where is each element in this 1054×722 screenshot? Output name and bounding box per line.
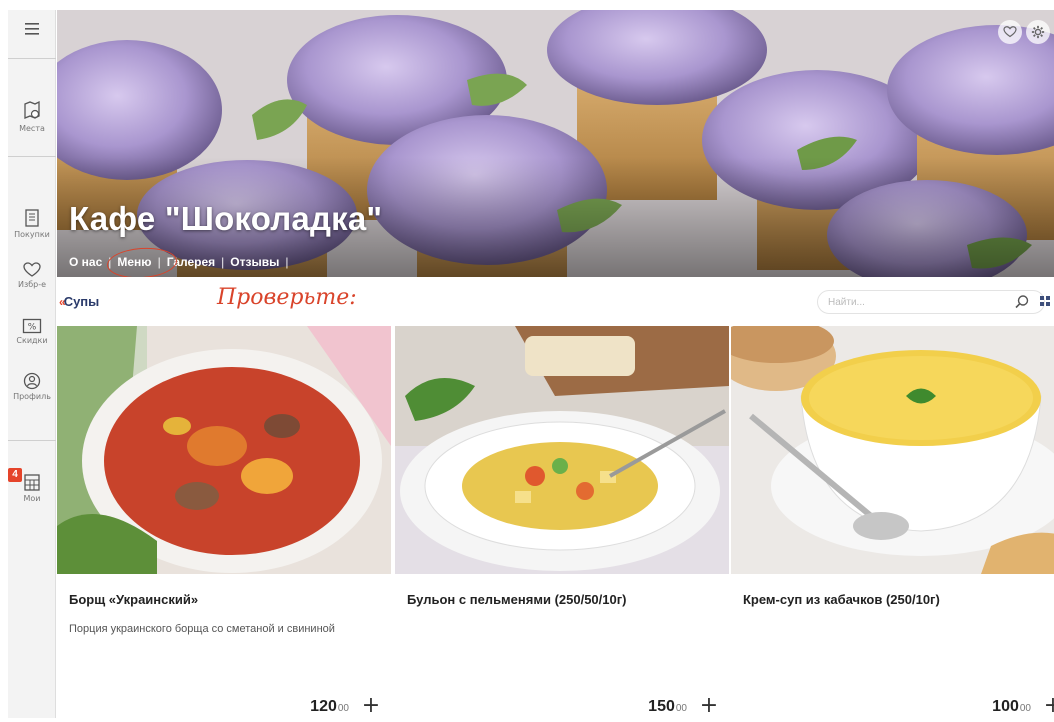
- heart-icon: [23, 262, 41, 277]
- category-bar: « Супы Проверьте:: [57, 277, 1054, 324]
- my-orders-icon: [24, 474, 40, 491]
- product-price: 100 00: [992, 698, 1031, 716]
- heart-icon: [1003, 26, 1017, 38]
- cafe-title: Кафе "Шоколадка": [69, 200, 383, 237]
- price-value: 120: [310, 698, 337, 715]
- product-title: Борщ «Украинский»: [69, 592, 199, 607]
- sidebar-item-places[interactable]: Места: [8, 100, 56, 133]
- hero-actions: [998, 20, 1050, 44]
- hamburger-icon: [25, 23, 39, 35]
- add-to-cart-button[interactable]: +: [359, 694, 383, 718]
- sidebar-divider: [8, 58, 56, 59]
- product-card[interactable]: Бульон с пельменями (250/50/10г) 150 00 …: [395, 326, 729, 722]
- price-cents: 00: [1019, 703, 1031, 714]
- sidebar-label-discounts: Скидки: [16, 336, 48, 345]
- price-value: 150: [648, 698, 675, 715]
- nav-menu[interactable]: Меню: [106, 245, 179, 277]
- search-icon[interactable]: [1014, 294, 1030, 310]
- sidebar-label-places: Места: [19, 124, 45, 133]
- nav-separator: |: [221, 255, 225, 269]
- product-price: 150 00: [648, 698, 687, 716]
- search-box: [817, 290, 1045, 314]
- zucchini-soup-image: [731, 326, 1054, 574]
- price-value: 100: [992, 698, 1019, 715]
- price-cents: 00: [675, 703, 687, 714]
- product-description: Порция украинского борща со сметаной и с…: [69, 623, 335, 635]
- search-input[interactable]: [818, 291, 1008, 313]
- left-sidebar: Места Покупки Избр-е % Скидки Профиль Мо…: [8, 10, 56, 718]
- product-title: Крем-суп из кабачков (250/10г): [743, 592, 940, 607]
- sidebar-label-favorites: Избр-е: [17, 280, 47, 289]
- menu-button[interactable]: [8, 22, 56, 36]
- price-cents: 00: [337, 703, 349, 714]
- sidebar-label-purchases: Покупки: [14, 230, 50, 239]
- favorite-button[interactable]: [998, 20, 1022, 44]
- sidebar-label-my-orders: Мои: [23, 494, 41, 503]
- hero-banner: Кафе "Шоколадка" О нас | Меню | Галерея …: [57, 10, 1054, 277]
- gear-icon: [1031, 25, 1045, 39]
- back-arrow-icon: «: [59, 294, 65, 309]
- nav-separator: |: [285, 255, 289, 269]
- nav-about[interactable]: О нас: [69, 255, 102, 269]
- dumpling-soup-image: [395, 326, 729, 574]
- borscht-image: [57, 326, 391, 574]
- receipt-icon: [25, 209, 39, 227]
- nav-separator: |: [157, 255, 161, 269]
- discount-icon: %: [22, 318, 42, 334]
- product-title: Бульон с пельменями (250/50/10г): [407, 592, 627, 607]
- profile-icon: [23, 372, 41, 390]
- product-price: 120 00: [310, 698, 349, 716]
- category-name: Супы: [63, 294, 100, 309]
- sidebar-item-discounts[interactable]: % Скидки: [8, 318, 56, 345]
- add-to-cart-button[interactable]: +: [1041, 694, 1054, 718]
- grid-view-icon[interactable]: [1039, 295, 1051, 307]
- places-icon: [24, 100, 40, 119]
- svg-text:%: %: [28, 323, 37, 333]
- sidebar-item-purchases[interactable]: Покупки: [8, 208, 56, 239]
- orders-count-badge: 4: [8, 468, 22, 482]
- handwritten-annotation: Проверьте:: [217, 285, 357, 310]
- cafe-nav: О нас | Меню | Галерея | Отзывы |: [69, 245, 294, 277]
- product-card[interactable]: Борщ «Украинский» Порция украинского бор…: [57, 326, 391, 722]
- sidebar-divider: [8, 156, 56, 157]
- sidebar-divider: [8, 440, 56, 441]
- nav-reviews[interactable]: Отзывы: [230, 255, 279, 269]
- add-to-cart-button[interactable]: +: [697, 694, 721, 718]
- settings-button[interactable]: [1026, 20, 1050, 44]
- category-back-link[interactable]: « Супы: [59, 294, 99, 309]
- sidebar-item-profile[interactable]: Профиль: [8, 372, 56, 401]
- sidebar-label-profile: Профиль: [13, 392, 51, 401]
- sidebar-item-favorites[interactable]: Избр-е: [8, 262, 56, 289]
- product-card[interactable]: Крем-суп из кабачков (250/10г) 100 00 +: [731, 326, 1054, 722]
